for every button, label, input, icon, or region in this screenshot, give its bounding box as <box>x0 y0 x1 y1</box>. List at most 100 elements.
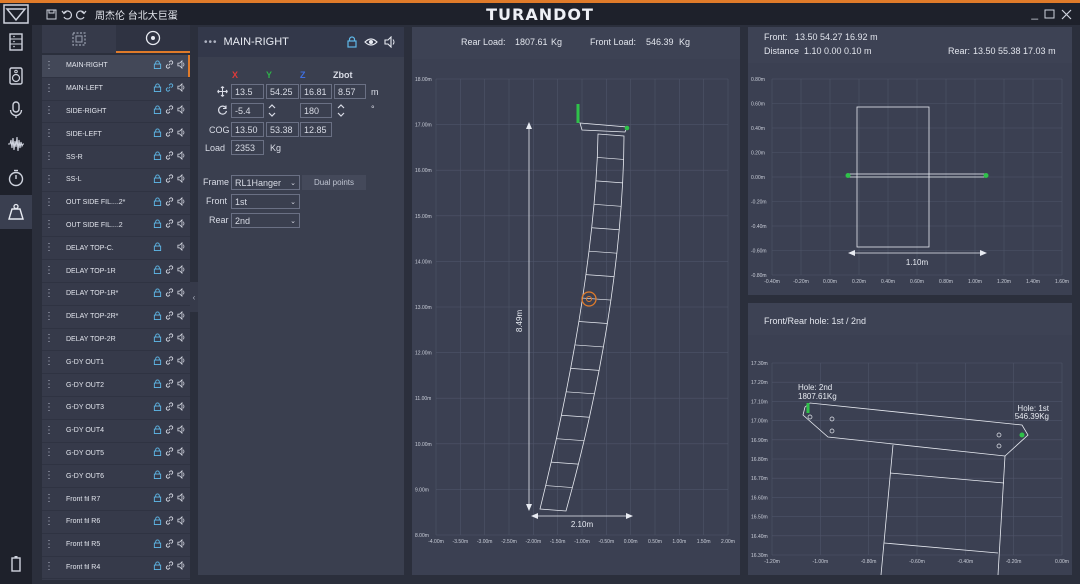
lock-icon[interactable] <box>153 379 162 391</box>
sound-icon[interactable] <box>177 219 186 231</box>
list-item[interactable]: ⋮ Front fil R6 <box>42 511 190 534</box>
drag-handle-icon[interactable]: ⋮ <box>42 288 56 299</box>
lock-icon[interactable] <box>346 36 358 48</box>
side-view-plot[interactable]: -4.00m -3.50m -3.00m -2.50m -2.00m -1.50m -1.0… <box>412 59 740 575</box>
link-icon[interactable] <box>165 288 174 300</box>
rotation-a-field[interactable]: -5.4 <box>231 103 264 118</box>
lock-icon[interactable] <box>153 174 162 186</box>
minimize-icon[interactable]: _ <box>1031 6 1038 20</box>
lock-icon[interactable] <box>153 516 162 528</box>
sound-icon[interactable] <box>177 401 186 414</box>
link-icon[interactable] <box>165 83 174 95</box>
list-item[interactable]: ⋮ MAIN-LEFT <box>42 78 190 101</box>
link-icon[interactable] <box>165 333 174 345</box>
drag-handle-icon[interactable]: ⋮ <box>42 311 56 322</box>
front-view-plot[interactable]: -0.40m -0.20m 0.00m 0.20m 0.40m 0.60m 0.80m 1.0… <box>748 63 1072 295</box>
link-icon[interactable] <box>165 219 174 231</box>
drag-handle-icon[interactable]: ⋮ <box>42 471 56 481</box>
tab-array-view[interactable] <box>42 25 116 53</box>
drag-handle-icon[interactable]: ⋮ <box>42 357 56 367</box>
lock-icon[interactable] <box>153 333 162 345</box>
sound-icon[interactable] <box>177 105 186 117</box>
lock-icon[interactable] <box>153 83 162 95</box>
collapse-panel-icon[interactable]: ‹ <box>190 282 198 312</box>
waveform-icon[interactable] <box>0 127 32 161</box>
list-item[interactable]: ⋮ G-DY OUT1 <box>42 351 190 375</box>
drag-handle-icon[interactable]: ⋮ <box>42 562 56 572</box>
lock-icon[interactable] <box>153 447 162 459</box>
rotation-a-stepper-icon[interactable] <box>267 102 277 119</box>
position-y-field[interactable]: 54.25 <box>266 84 299 99</box>
drag-handle-icon[interactable]: ⋮ <box>42 197 56 208</box>
link-icon[interactable] <box>165 60 174 72</box>
position-x-field[interactable]: 13.5 <box>231 84 264 99</box>
lock-icon[interactable] <box>153 105 162 117</box>
link-icon[interactable] <box>165 174 174 186</box>
list-item[interactable]: ⋮ Front fil R7 <box>42 488 190 511</box>
save-icon[interactable] <box>46 9 57 20</box>
lock-icon[interactable] <box>153 288 162 300</box>
sound-icon[interactable] <box>177 173 186 186</box>
sound-icon[interactable] <box>177 333 186 345</box>
drag-handle-icon[interactable]: ⋮ <box>42 220 56 230</box>
link-icon[interactable] <box>165 356 174 368</box>
lock-icon[interactable] <box>153 402 162 414</box>
sound-icon[interactable] <box>177 561 186 573</box>
rotation-b-field[interactable]: 180 <box>300 103 332 118</box>
frame-select[interactable]: RL1Hanger ⌄ <box>231 175 300 190</box>
list-item[interactable]: ⋮ DELAY TOP-C. <box>42 237 190 261</box>
link-icon[interactable] <box>165 516 174 528</box>
eye-icon[interactable] <box>364 36 378 48</box>
lock-icon[interactable] <box>153 265 162 277</box>
list-item[interactable]: ⋮ OUT SIDE FIL....2* <box>42 192 190 215</box>
lock-icon[interactable] <box>153 197 162 209</box>
sound-icon[interactable] <box>177 151 186 163</box>
redo-icon[interactable] <box>76 9 87 20</box>
list-item[interactable]: ⋮ SS-L <box>42 169 190 192</box>
hole-view-plot[interactable]: -1.20m -1.00m -0.80m -0.60m -0.40m -0.20m 0.00… <box>748 345 1072 575</box>
link-icon[interactable] <box>165 242 174 254</box>
link-icon[interactable] <box>165 311 174 323</box>
position-z-field[interactable]: 16.81 <box>300 84 332 99</box>
list-item[interactable]: ⋮ Front fil R4 <box>42 557 190 580</box>
lock-icon[interactable] <box>153 128 162 140</box>
speaker-stack-icon[interactable] <box>0 25 32 59</box>
sound-icon[interactable] <box>384 36 396 48</box>
list-item[interactable]: ⋮ MAIN-RIGHT <box>42 55 190 78</box>
list-item[interactable]: ⋮ G-DY OUT6 <box>42 465 190 489</box>
drag-handle-icon[interactable]: ⋮ <box>42 380 56 390</box>
list-item[interactable]: ⋮ DELAY TOP-2R <box>42 329 190 352</box>
lock-icon[interactable] <box>153 242 162 254</box>
list-item[interactable]: ⋮ OUT SIDE FIL....2 <box>42 215 190 238</box>
lock-icon[interactable] <box>153 356 162 368</box>
list-item[interactable]: ⋮ G-DY OUT4 <box>42 420 190 443</box>
sound-icon[interactable] <box>177 356 186 368</box>
sound-icon[interactable] <box>177 538 186 551</box>
lock-icon[interactable] <box>153 151 162 163</box>
drag-handle-icon[interactable]: ⋮ <box>42 129 56 139</box>
list-item[interactable]: ⋮ Front fil R5 <box>42 534 190 557</box>
link-icon[interactable] <box>165 561 174 573</box>
list-item[interactable]: ⋮ G-DY OUT5 <box>42 443 190 466</box>
lock-icon[interactable] <box>153 425 162 437</box>
list-item[interactable]: ⋮ SIDE-RIGHT <box>42 101 190 124</box>
sound-icon[interactable] <box>177 310 186 323</box>
drag-handle-icon[interactable]: ⋮ <box>42 402 56 413</box>
sound-icon[interactable] <box>177 447 186 459</box>
lock-icon[interactable] <box>153 561 162 573</box>
sound-icon[interactable] <box>177 378 186 391</box>
tab-target-view[interactable] <box>116 25 190 53</box>
speaker-icon[interactable] <box>0 59 32 93</box>
rotation-b-stepper-icon[interactable] <box>336 102 346 119</box>
sound-icon[interactable] <box>177 82 186 95</box>
sound-icon[interactable] <box>177 470 186 482</box>
link-icon[interactable] <box>165 425 174 437</box>
weight-icon[interactable] <box>0 195 32 229</box>
rear-select[interactable]: 2nd ⌄ <box>231 213 300 228</box>
zbot-field[interactable]: 8.57 <box>334 84 366 99</box>
dual-points-button[interactable]: Dual points <box>302 175 366 190</box>
drag-handle-icon[interactable]: ⋮ <box>42 152 56 162</box>
list-item[interactable]: ⋮ G-DY OUT2 <box>42 374 190 397</box>
lock-icon[interactable] <box>153 470 162 482</box>
timer-icon[interactable] <box>0 161 32 195</box>
